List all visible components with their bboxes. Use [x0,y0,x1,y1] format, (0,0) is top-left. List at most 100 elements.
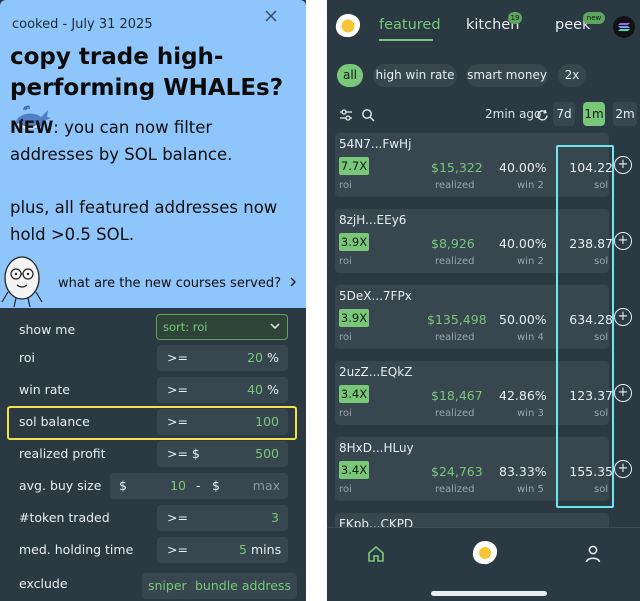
chip-all[interactable]: all [337,64,363,87]
announcement-body-2: plus, all featured addresses now hold >0… [10,198,278,244]
solana-icon[interactable] [613,16,635,38]
filter-row-exclude: exclude sniper bundle address [0,570,306,599]
bottom-nav [327,527,640,601]
realized-value: $135,498 [427,312,487,327]
home-icon[interactable] [367,545,385,567]
filter-label: #token traded [19,510,110,525]
operator: >= [167,382,188,397]
operator: >= [167,510,188,525]
filter-row-roi: roi >= 20 % [0,344,306,372]
roi-label: roi [339,408,352,419]
realized-profit-input[interactable]: >= $ 500 [157,441,288,467]
roi-badge: 3.9X [339,309,369,327]
currency: $ [212,478,220,493]
roi-input[interactable]: >= 20 % [157,345,288,371]
roi-badge: 3.4X [339,385,369,403]
roi-value: 20 [247,350,263,365]
screenshot-composite: cooked - July 31 2025 copy trade high-pe… [0,0,640,601]
realized-value: $18,467 [431,388,483,403]
holding-time-input[interactable]: >= 5 mins [157,537,288,563]
active-tab-indicator [379,39,433,41]
tab-featured[interactable]: featured [379,17,441,33]
range-separator: - [196,478,201,493]
token-traded-input[interactable]: >= 3 [157,505,288,531]
last-updated: 2min ago [485,107,542,121]
chevron-right-icon [289,276,297,291]
operator: >= [167,350,188,365]
realized-label: realized [435,408,475,419]
chevron-down-icon [269,320,281,335]
chip-2x[interactable]: 2x [558,64,586,87]
search-icon[interactable] [361,107,375,126]
announcement-body: NEW: you can now filter addresses by SOL… [10,114,300,168]
realized-value: $24,763 [431,464,483,479]
timeframe-1m[interactable]: 1m [583,102,605,126]
wallet-address: 5DeX...7FPx [339,289,412,303]
sol-balance-highlight [7,406,297,440]
courses-link-label: what are the new courses served? [58,276,282,291]
peek-new-badge: new [583,12,605,24]
filter-row-avg-buy-size: avg. buy size $ 10 - $ max [0,472,306,500]
filter-row-win-rate: win rate >= 40 % [0,376,306,404]
chip-smart-money[interactable]: smart money [466,64,548,87]
filter-label: show me [19,322,76,337]
win-count-label: win 5 [517,484,544,495]
filter-row-show-me: show me sort: roi [0,312,306,340]
win-count-label: win 2 [517,180,544,191]
plus-icon[interactable]: + [614,156,632,174]
roi-badge: 3.9X [339,233,369,251]
filter-sliders-icon[interactable] [339,107,353,126]
exclude-bundle-address-toggle[interactable]: bundle address [189,573,297,599]
chip-high-win-rate[interactable]: high win rate [373,64,457,87]
realized-value: $8,926 [431,236,475,251]
plus-icon[interactable]: + [614,232,632,250]
filter-label: roi [19,350,35,365]
home-indicator [431,591,547,596]
timeframe-2m[interactable]: 2m [613,102,637,126]
currency: $ [119,478,127,493]
announcement-title-text: copy trade high-performing WHALEs? [10,44,284,101]
avg-buy-max-placeholder: max [252,478,280,493]
operator: >= [167,542,188,557]
roi-badge: 3.4X [339,461,369,479]
roi-label: roi [339,180,352,191]
egg-logo-icon[interactable] [333,12,363,44]
realized-label: realized [435,484,475,495]
timeframe-7d[interactable]: 7d [553,102,575,126]
kitchen-count-badge: 19 [508,12,522,24]
roi-label: roi [339,484,352,495]
courses-link[interactable]: what are the new courses served? [58,276,297,291]
wallet-address: 8zjH...EEy6 [339,213,407,227]
refresh-icon[interactable] [536,107,549,126]
win-rate-input[interactable]: >= 40 % [157,377,288,403]
egg-character-icon [0,252,50,312]
exclude-sniper-toggle[interactable]: sniper [142,573,193,599]
plus-icon[interactable]: + [614,384,632,402]
app-screen: featured kitchen 19 peek new all high wi… [327,0,640,601]
roi-label: roi [339,256,352,267]
filter-label: win rate [19,382,70,397]
wallet-address: 8HxD...HLuy [339,441,414,455]
avg-buy-size-range[interactable]: $ 10 - $ max [110,473,288,499]
close-icon[interactable] [264,9,278,27]
egg-nav-icon[interactable] [471,540,499,570]
filter-row-holding-time: med. holding time >= 5 mins [0,536,306,564]
wallet-address: 54N7...FwHj [339,137,412,151]
filter-label: med. holding time [19,542,134,557]
realized-label: realized [435,256,475,267]
win-count-label: win 2 [517,256,544,267]
win-rate-value: 40 [247,382,263,397]
sol-column-highlight [556,145,614,508]
sort-select[interactable]: sort: roi [156,314,288,340]
plus-icon[interactable]: + [614,308,632,326]
filter-label: realized profit [19,446,106,461]
profile-icon[interactable] [585,545,601,567]
win-rate-value: 40.00% [499,160,547,175]
wallet-address: 2uzZ...EQkZ [339,365,413,379]
plus-icon[interactable]: + [614,460,632,478]
unit: % [267,382,279,397]
filters-panel: show me sort: roi roi >= 20 % win rate >… [0,308,306,601]
win-rate-value: 40.00% [499,236,547,251]
filter-screen: cooked - July 31 2025 copy trade high-pe… [0,0,306,601]
realized-label: realized [435,332,475,343]
